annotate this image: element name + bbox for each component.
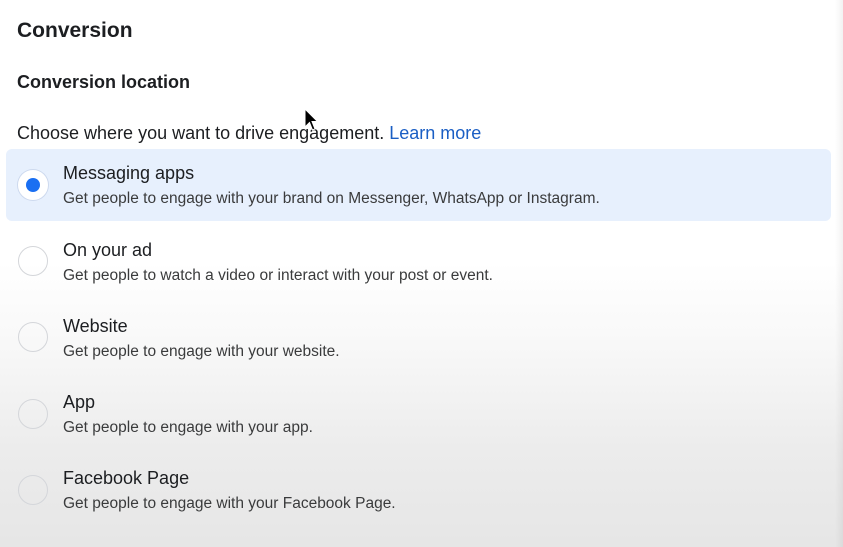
option-facebook-page[interactable]: Facebook Page Get people to engage with …	[6, 455, 831, 527]
description-text: Choose where you want to drive engagemen…	[17, 123, 385, 143]
option-label: Facebook Page	[63, 468, 190, 488]
conversion-panel: Conversion Conversion location Choose wh…	[0, 0, 843, 547]
section-title: Conversion	[17, 19, 133, 42]
option-description: Get people to engage with your app.	[63, 419, 313, 436]
option-website[interactable]: Website Get people to engage with your w…	[6, 302, 831, 374]
option-label: On your ad	[63, 240, 153, 260]
option-description: Get people to engage with your Facebook …	[63, 495, 396, 512]
option-on-your-ad[interactable]: On your ad Get people to watch a video o…	[6, 226, 831, 298]
radio-on-your-ad[interactable]	[18, 246, 48, 276]
mouse-pointer-icon	[304, 108, 318, 131]
radio-messaging-apps[interactable]	[18, 170, 48, 200]
option-label: Messaging apps	[63, 163, 195, 183]
option-description: Get people to engage with your website.	[63, 343, 340, 360]
learn-more-link[interactable]: Learn more	[389, 123, 481, 143]
radio-app[interactable]	[18, 399, 48, 429]
conversion-location-heading: Conversion location	[17, 72, 191, 92]
radio-facebook-page[interactable]	[18, 475, 48, 505]
option-description: Get people to engage with your brand on …	[63, 190, 600, 207]
option-label: App	[63, 392, 96, 412]
radio-website[interactable]	[18, 322, 48, 352]
option-app[interactable]: App Get people to engage with your app.	[6, 379, 831, 451]
option-messaging-apps[interactable]: Messaging apps Get people to engage with…	[6, 149, 831, 221]
option-description: Get people to watch a video or interact …	[63, 267, 493, 284]
option-label: Website	[63, 316, 128, 336]
conversion-location-description: Choose where you want to drive engagemen…	[17, 123, 481, 144]
panel-edge-shadow	[835, 0, 843, 547]
